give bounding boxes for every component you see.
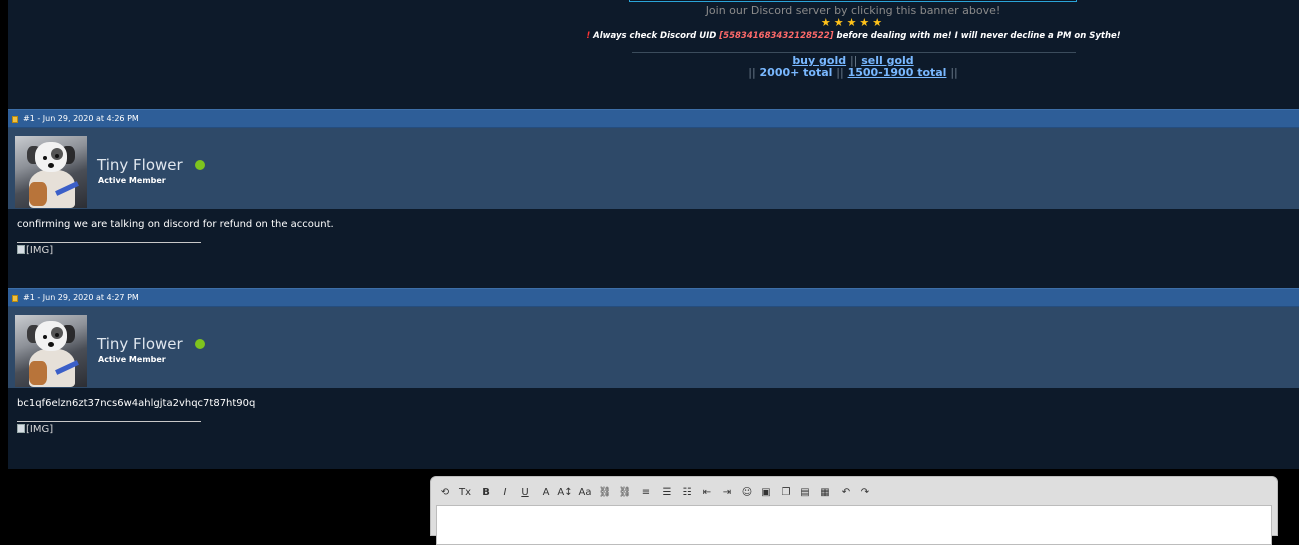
warning-before: Always check Discord UID bbox=[593, 31, 717, 41]
image-icon[interactable]: ▣ bbox=[758, 485, 774, 501]
total-1500-1900-link[interactable]: 1500-1900 total bbox=[848, 66, 947, 79]
image-alt-text: [IMG] bbox=[26, 424, 54, 435]
post-icon bbox=[12, 295, 18, 302]
font-size-icon[interactable]: A↕ bbox=[557, 485, 573, 501]
discord-uid: [558341683432128522] bbox=[719, 31, 834, 41]
discord-banner[interactable] bbox=[629, 0, 1077, 2]
underline-icon[interactable]: U bbox=[517, 485, 533, 501]
indent-icon[interactable]: ⇥ bbox=[719, 485, 735, 501]
online-status-icon bbox=[195, 339, 205, 349]
unlink-icon[interactable]: ⛓ bbox=[617, 485, 633, 501]
thread-container: Join our Discord server by clicking this… bbox=[8, 0, 1299, 469]
bold-icon[interactable]: B bbox=[478, 485, 494, 501]
broken-image-icon bbox=[17, 245, 25, 254]
undo-icon[interactable]: ↶ bbox=[838, 485, 854, 501]
post-userbar: Tiny Flower Active Member bbox=[8, 128, 1299, 209]
post-userbar: Tiny Flower Active Member bbox=[8, 307, 1299, 388]
signature-divider bbox=[632, 52, 1076, 53]
username[interactable]: Tiny Flower bbox=[97, 156, 183, 174]
discord-uid-warning: ! Always check Discord UID [558341683432… bbox=[548, 31, 1159, 41]
link-separator: || bbox=[836, 66, 844, 79]
previous-post-signature: Join our Discord server by clicking this… bbox=[8, 0, 1299, 108]
user-title: Active Member bbox=[98, 355, 166, 364]
align-icon[interactable]: ≡ bbox=[638, 485, 654, 501]
total-2000-link[interactable]: 2000+ total bbox=[760, 66, 833, 79]
insert-icon[interactable]: ▤ bbox=[797, 485, 813, 501]
outdent-icon[interactable]: ⇤ bbox=[699, 485, 715, 501]
avatar[interactable] bbox=[15, 136, 87, 208]
post: #1 - Jun 29, 2020 at 4:27 PM Tiny Flower… bbox=[8, 288, 1299, 469]
post-icon bbox=[12, 116, 18, 123]
post-meta[interactable]: #1 - Jun 29, 2020 at 4:26 PM bbox=[23, 114, 139, 123]
post-message: confirming we are talking on discord for… bbox=[17, 219, 334, 230]
link-separator: || bbox=[950, 66, 958, 79]
user-title: Active Member bbox=[98, 176, 166, 185]
rating-stars: ★★★★★ bbox=[820, 16, 886, 29]
link-separator: || bbox=[748, 66, 756, 79]
signature-divider bbox=[17, 242, 201, 243]
account-links: || 2000+ total || 1500-1900 total || bbox=[629, 66, 1077, 79]
signature-divider bbox=[17, 421, 201, 422]
clear-format-icon[interactable]: Tx bbox=[457, 485, 473, 501]
italic-icon[interactable]: I bbox=[497, 485, 513, 501]
image-alt-text: [IMG] bbox=[26, 245, 54, 256]
link-icon[interactable]: ⛓ bbox=[597, 485, 613, 501]
warning-after: before dealing with me! I will never dec… bbox=[836, 31, 1121, 41]
remove-format-icon[interactable]: ⟲ bbox=[437, 485, 453, 501]
font-color-icon[interactable]: A bbox=[538, 485, 554, 501]
post-message: bc1qf6elzn6zt37ncs6w4ahlgjta2vhqc7t87ht9… bbox=[17, 398, 256, 409]
online-status-icon bbox=[195, 160, 205, 170]
broken-image-icon bbox=[17, 424, 25, 433]
font-family-icon[interactable]: Aa bbox=[577, 485, 593, 501]
media-icon[interactable]: ❐ bbox=[778, 485, 794, 501]
numbered-list-icon[interactable]: ☷ bbox=[679, 485, 695, 501]
post: #1 - Jun 29, 2020 at 4:26 PM Tiny Flower… bbox=[8, 109, 1299, 289]
reply-editor: ⟲ Tx B I U A A↕ Aa ⛓ ⛓ ≡ ☰ ☷ ⇤ ⇥ ☺ ▣ ❐ ▤ ▦ ↶ ↷ bbox=[430, 476, 1278, 545]
warning-exclamation: ! bbox=[586, 31, 591, 41]
save-draft-icon[interactable]: ▦ bbox=[817, 485, 833, 501]
username[interactable]: Tiny Flower bbox=[97, 335, 183, 353]
smiley-icon[interactable]: ☺ bbox=[739, 485, 755, 501]
post-meta[interactable]: #1 - Jun 29, 2020 at 4:27 PM bbox=[23, 293, 139, 302]
broken-image: [IMG] bbox=[17, 245, 53, 256]
reply-textarea[interactable] bbox=[436, 505, 1272, 545]
broken-image: [IMG] bbox=[17, 424, 53, 435]
post-header: #1 - Jun 29, 2020 at 4:27 PM bbox=[8, 288, 1299, 307]
avatar[interactable] bbox=[15, 315, 87, 387]
bullet-list-icon[interactable]: ☰ bbox=[659, 485, 675, 501]
redo-icon[interactable]: ↷ bbox=[857, 485, 873, 501]
post-header: #1 - Jun 29, 2020 at 4:26 PM bbox=[8, 109, 1299, 128]
